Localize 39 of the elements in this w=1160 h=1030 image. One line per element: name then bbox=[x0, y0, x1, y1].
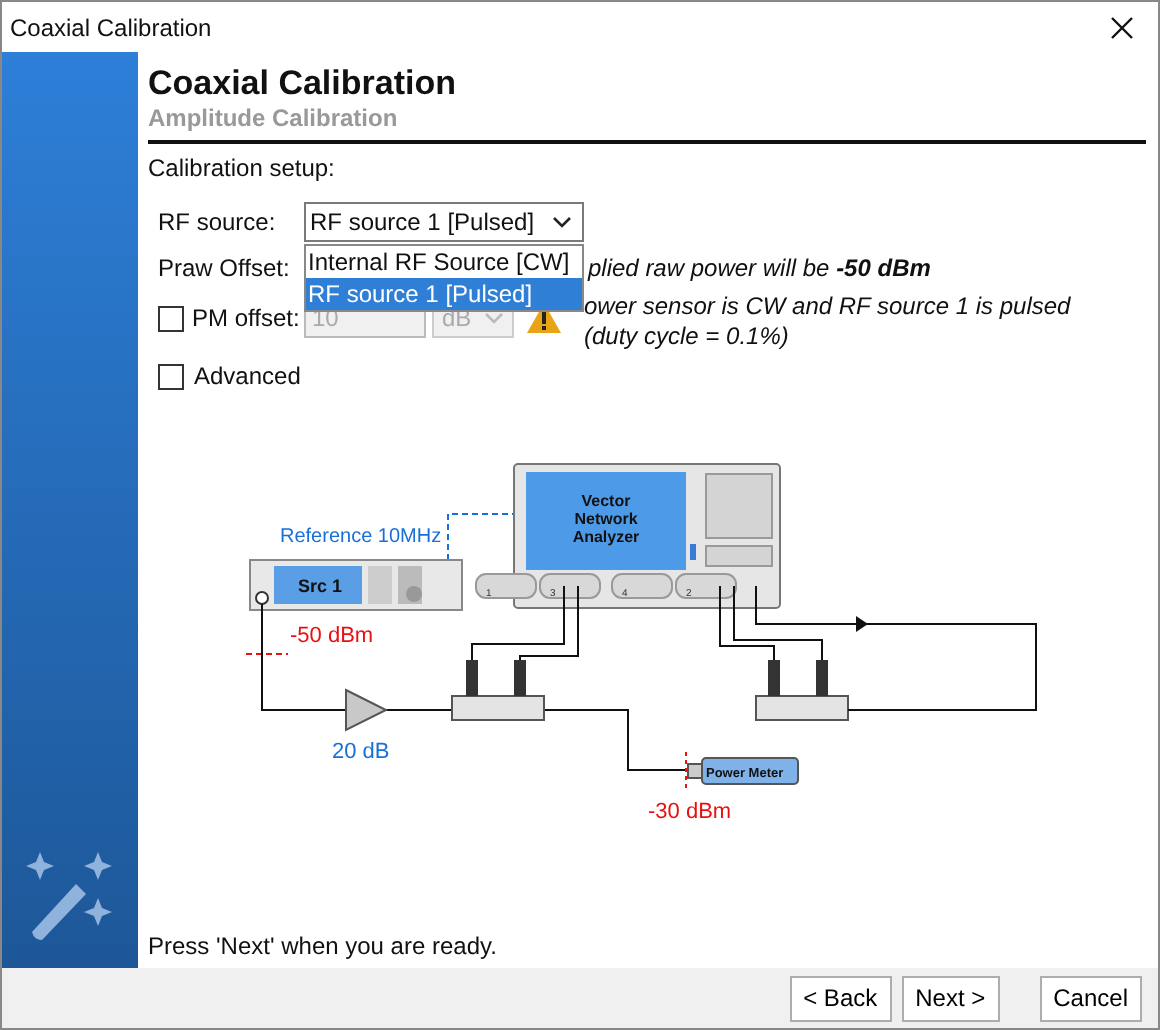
analyzer-label: Vector bbox=[581, 492, 631, 510]
power-meter-drawing bbox=[687, 757, 799, 785]
coupler-drawing bbox=[451, 660, 545, 721]
close-icon[interactable] bbox=[1110, 15, 1134, 39]
warning-text: (duty cycle = 0.1%) bbox=[584, 322, 791, 352]
source-label: Src 1 bbox=[298, 576, 343, 596]
gain-label: 20 dB bbox=[332, 740, 390, 764]
info-text: plied raw power will be -50 dBm bbox=[588, 254, 931, 282]
wizard-button[interactable]: Next > bbox=[901, 975, 1000, 1021]
coupler-drawing bbox=[755, 660, 849, 721]
field-label: RF source: bbox=[158, 208, 278, 236]
window-title: Coaxial Calibration bbox=[10, 13, 212, 41]
warning-text: ower sensor is CW and RF source 1 is pulsed bbox=[584, 292, 1071, 322]
analyzer-label: Network bbox=[574, 510, 638, 528]
page-title: Coaxial Calibration bbox=[148, 64, 458, 104]
reference-label: Reference 10MHz bbox=[280, 526, 442, 548]
reference-plane-line bbox=[245, 653, 289, 655]
dropdown-option[interactable]: RF source 1 [Pulsed] bbox=[306, 278, 582, 310]
section-label: Calibration setup: bbox=[148, 154, 337, 182]
dropdown-option[interactable]: Internal RF Source [CW] bbox=[306, 246, 582, 278]
wizard-button[interactable]: < Back bbox=[789, 975, 892, 1021]
meter-power-label: -30 dBm bbox=[648, 800, 732, 824]
wizard-button[interactable]: Cancel bbox=[1039, 975, 1142, 1021]
checkbox-label: PM offset: bbox=[192, 304, 300, 332]
arrow-icon bbox=[856, 616, 868, 632]
analyzer-label: Analyzer bbox=[572, 528, 640, 546]
chevron-icon bbox=[484, 312, 504, 324]
reference-plane-line bbox=[685, 751, 687, 793]
checkbox-label: Advanced bbox=[194, 362, 301, 390]
field-label: Praw Offset: bbox=[158, 254, 292, 282]
chevron-icon bbox=[552, 216, 572, 228]
source-power-label: -50 dBm bbox=[290, 624, 374, 648]
page-subtitle: Amplitude Calibration bbox=[148, 104, 400, 134]
magic-wand-icon bbox=[24, 848, 116, 940]
rf-source-dropdown[interactable]: RF source 1 [Pulsed] bbox=[304, 202, 584, 242]
hint-text: Press 'Next' when you are ready. bbox=[148, 932, 499, 960]
reference-line bbox=[447, 513, 515, 561]
amplifier-icon bbox=[345, 688, 389, 732]
checkbox[interactable] bbox=[158, 363, 184, 389]
